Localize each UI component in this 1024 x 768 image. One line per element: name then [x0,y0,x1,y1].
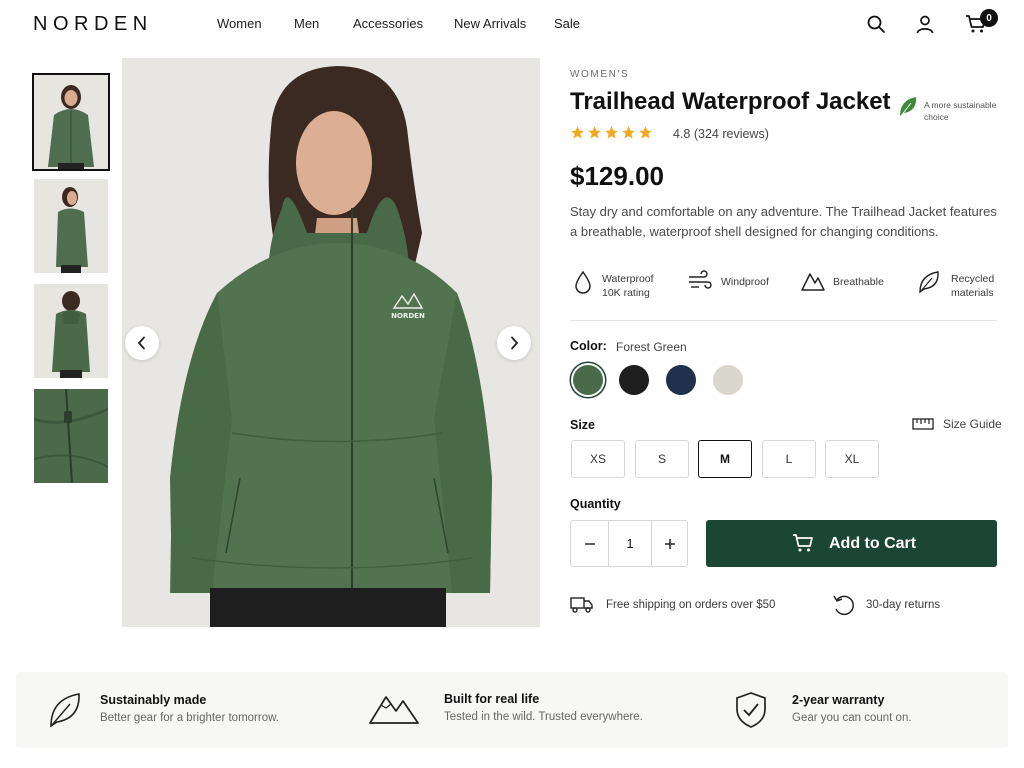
site-header: NORDEN Women Men Accessories New Arrival… [0,0,1024,48]
search-icon[interactable] [866,14,886,34]
cart-count-badge: 0 [980,9,998,27]
truck-icon [570,597,593,613]
add-to-cart-label: Add to Cart [829,535,917,552]
star-icon [571,126,584,139]
size-option-xl[interactable]: XL [825,440,879,478]
value-prop-warranty-subtitle: Gear you can count on. [792,712,912,724]
product-description: Stay dry and comfortable on any adventur… [570,204,997,239]
size-option-s[interactable]: S [635,440,689,478]
size-guide-label: Size Guide [943,417,1002,431]
thumbnail-front[interactable] [32,73,110,171]
product-main-image: NORDEN [122,58,540,627]
quantity-decrease-button[interactable] [571,521,608,566]
nav-item-accessories[interactable]: Accessories [353,16,423,31]
value-prop-sustainable-title: Sustainably made [100,693,207,707]
review-count-link[interactable]: 4.8 (324 reviews) [673,127,769,141]
cart-icon [793,534,813,552]
product-price: $129.00 [570,161,664,191]
add-to-cart-button[interactable]: Add to Cart [706,520,997,567]
nav-item-new-arrivals[interactable]: New Arrivals [454,16,526,31]
nav-item-sale[interactable]: Sale [554,16,580,31]
perk-returns: 30-day returns [832,594,952,618]
wind-icon [689,270,712,289]
size-option-xs[interactable]: XS [571,440,625,478]
product-category: WOMEN'S [570,69,630,80]
value-prop-warranty-title: 2-year warranty [792,693,885,707]
feature-waterproof-title: Waterproof [602,273,654,285]
brand-logo[interactable]: NORDEN [33,13,153,36]
leaf-icon [919,271,939,294]
feature-windproof-title: Windproof [721,276,769,288]
gallery-next-button[interactable] [497,326,531,360]
thumbnail-back[interactable] [34,284,108,378]
feature-breathable-title: Breathable [833,276,884,288]
swatch-stone[interactable] [713,365,743,395]
value-prop-sustainable: Sustainably made Better gear for a brigh… [48,672,348,748]
user-icon[interactable] [915,14,935,34]
value-prop-warranty: 2-year warranty Gear you can count on. [734,672,994,748]
swatch-forest-green[interactable] [573,365,603,395]
feature-recycled-title: Recycled [951,273,995,285]
plus-icon [665,538,675,549]
thumbnail-zipper-detail[interactable] [34,389,108,483]
sustainable-badge: A more sustainable choice [898,96,1008,126]
ruler-icon [912,418,934,430]
value-prop-built: Built for real life Tested in the wild. … [369,672,669,748]
sustainable-badge-text: A more sustainable choice [924,100,997,122]
mountain-icon [801,273,825,291]
perk-returns-text: 30-day returns [866,599,941,611]
perk-free-shipping: Free shipping on orders over $50 [570,594,790,618]
star-icon [639,126,652,139]
color-selected-value: Forest Green [616,340,687,354]
feature-windproof: Windproof [688,270,778,304]
star-rating [570,125,653,140]
value-prop-sustainable-subtitle: Better gear for a brighter tomorrow. [100,712,279,724]
color-label: Color: [570,339,607,353]
value-props-band: Sustainably made Better gear for a brigh… [16,672,1008,748]
leaf-icon [50,693,80,728]
nav-item-men[interactable]: Men [294,16,319,31]
feature-recycled-sub: materials [951,287,994,299]
thumbnail-zipper-image [34,389,108,483]
swatch-black[interactable] [619,365,649,395]
size-option-l[interactable]: L [762,440,816,478]
star-icon [622,126,635,139]
jacket-chest-logo: NORDEN [391,312,425,320]
minus-icon [584,542,595,545]
thumbnail-back-image [34,284,108,378]
value-prop-built-title: Built for real life [444,692,540,706]
product-title: Trailhead Waterproof Jacket [570,88,891,115]
thumbnail-front-image [34,75,108,169]
feature-recycled: Recycled materials [918,270,998,304]
size-label: Size [570,418,596,432]
quantity-input[interactable]: 1 [609,521,651,566]
size-option-m[interactable]: M [698,440,752,478]
feature-waterproof-sub: 10K rating [602,287,650,299]
nav-item-women[interactable]: Women [217,16,262,31]
leaf-icon [900,97,917,117]
chevron-left-icon [137,336,145,350]
shield-check-icon [736,692,766,728]
quantity-label: Quantity [570,497,621,511]
thumbnail-side[interactable] [34,179,108,273]
star-icon [605,126,618,139]
chevron-right-icon [511,336,519,350]
quantity-increase-button[interactable] [652,521,688,566]
perk-free-shipping-text: Free shipping on orders over $50 [606,599,776,611]
mountain-icon [369,696,419,724]
model-photo: NORDEN [122,58,540,627]
swatch-navy[interactable] [666,365,696,395]
value-prop-built-subtitle: Tested in the wild. Trusted everywhere. [444,711,643,723]
gallery-prev-button[interactable] [125,326,159,360]
star-icon [588,126,601,139]
quantity-stepper: 1 [570,520,688,567]
water-drop-icon [575,270,591,294]
feature-waterproof: Waterproof 10K rating [574,270,674,304]
section-divider [570,320,997,321]
thumbnail-side-image [34,179,108,273]
feature-breathable: Breathable [801,270,891,304]
return-icon [833,595,854,616]
